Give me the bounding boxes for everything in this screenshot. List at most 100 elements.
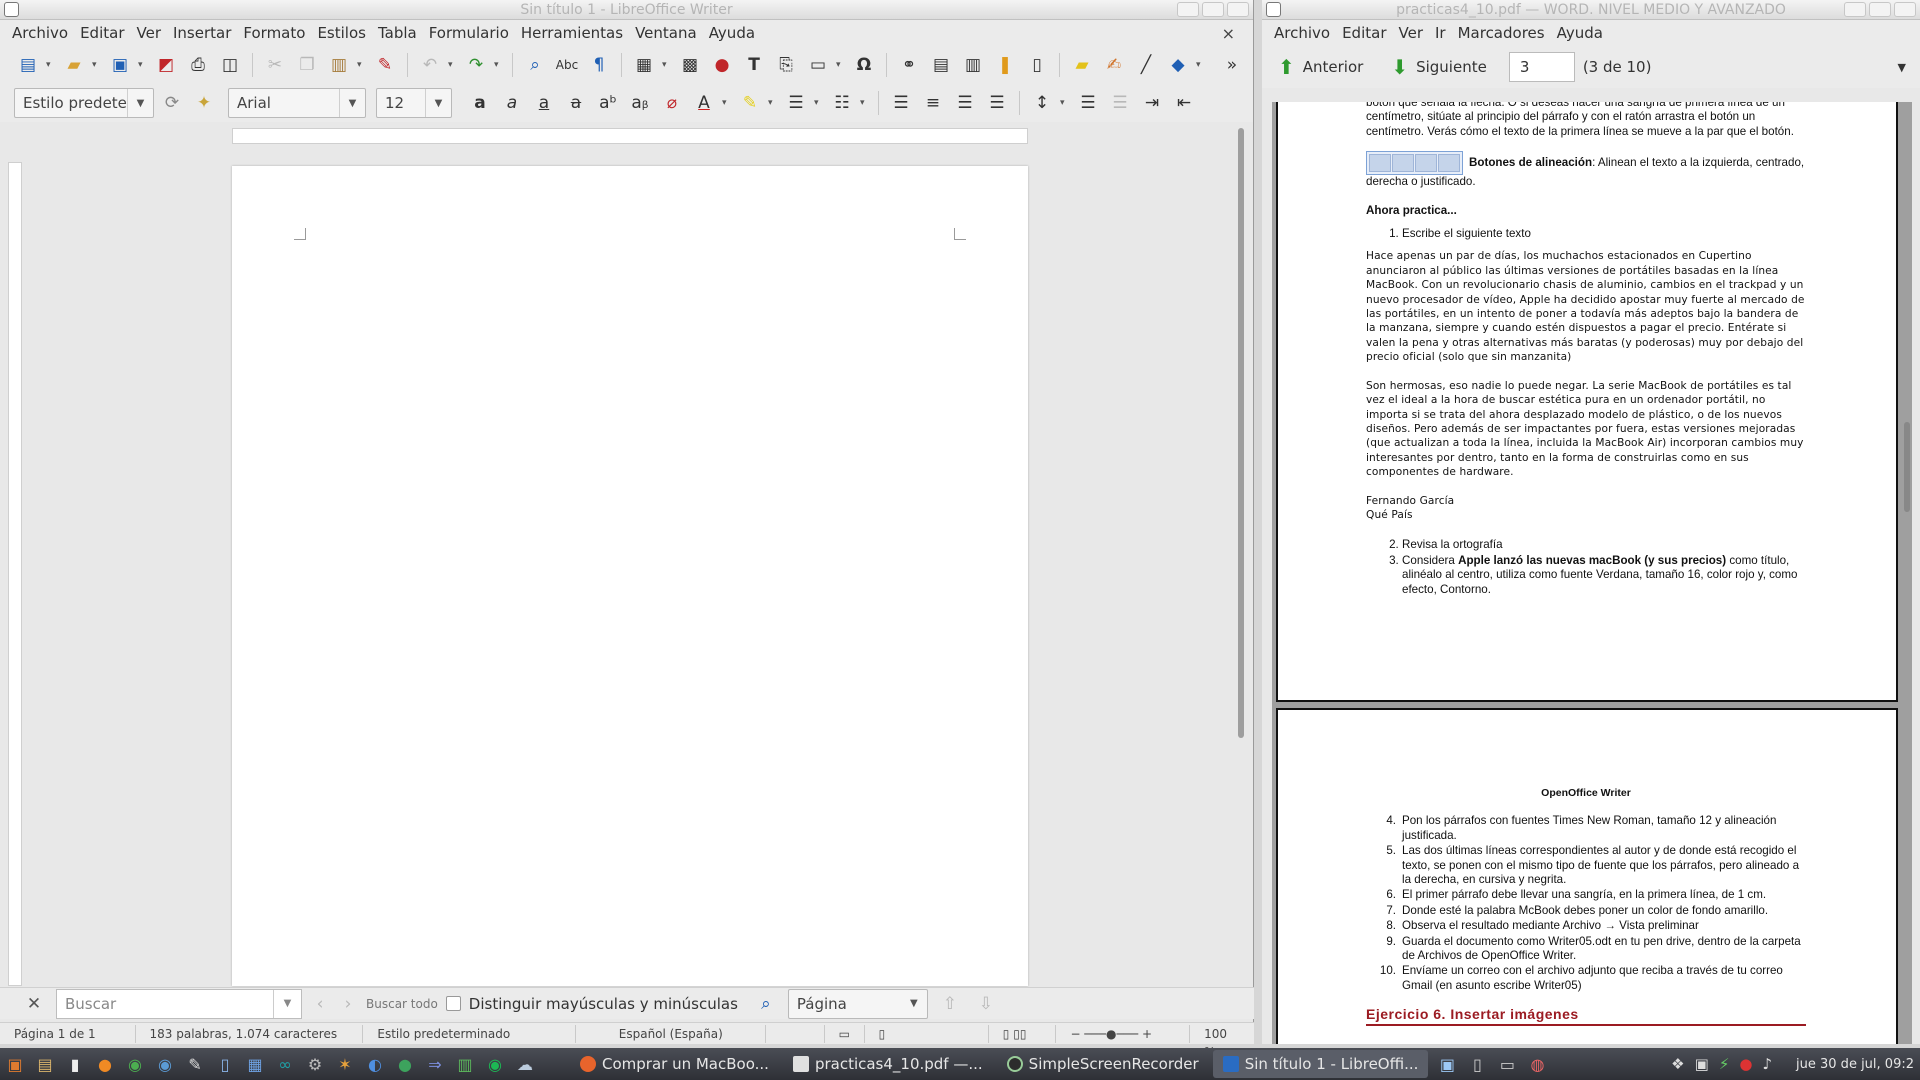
document-page[interactable] — [232, 166, 1028, 986]
chromium-icon[interactable]: ◉ — [152, 1051, 178, 1077]
close-document-button[interactable]: × — [1216, 24, 1241, 43]
calculator-icon[interactable]: ▦ — [242, 1051, 268, 1077]
insert-textbox-icon[interactable]: T — [740, 51, 768, 79]
close-find-icon[interactable]: ✕ — [20, 990, 48, 1018]
cut-icon[interactable]: ✂ — [261, 51, 289, 79]
table-dropdown-icon[interactable]: ▾ — [662, 60, 672, 70]
match-case-label[interactable]: Distinguir mayúsculas y minúsculas — [469, 995, 738, 1013]
cloud-icon[interactable]: ☁ — [512, 1051, 538, 1077]
menu-formulario[interactable]: Formulario — [423, 24, 515, 42]
chrome-icon[interactable]: ◉ — [122, 1051, 148, 1077]
chevron-down-icon[interactable]: ▼ — [1898, 61, 1906, 74]
bookmark-icon[interactable]: ❚ — [991, 51, 1019, 79]
cross-reference-icon[interactable]: ▯ — [1023, 51, 1051, 79]
footnote-icon[interactable]: ▤ — [927, 51, 955, 79]
search-scope-combo[interactable]: Página ▼ — [787, 988, 928, 1019]
highlight-icon[interactable]: ✎ — [736, 89, 764, 117]
font-color-icon[interactable]: A — [690, 89, 718, 117]
save-dropdown-icon[interactable]: ▾ — [138, 60, 148, 70]
dropbox-icon[interactable]: ❖ — [1671, 1055, 1684, 1073]
hyperlink-icon[interactable]: ⚭ — [895, 51, 923, 79]
spotify-icon[interactable]: ◉ — [482, 1051, 508, 1077]
new-dropdown-icon[interactable]: ▾ — [46, 60, 56, 70]
line-spacing-dropdown-icon[interactable]: ▾ — [1060, 98, 1070, 108]
insert-field-icon[interactable]: ▭ — [804, 51, 832, 79]
app-icon[interactable]: ✎ — [182, 1051, 208, 1077]
line-spacing-icon[interactable]: ↕ — [1028, 89, 1056, 117]
horizontal-ruler[interactable] — [232, 128, 1028, 144]
page-style[interactable]: Estilo predeterminado — [363, 1024, 577, 1043]
superscript-icon[interactable]: aᵇ — [594, 89, 622, 117]
align-left-icon[interactable]: ☰ — [887, 89, 915, 117]
tool-icon[interactable]: ⚙ — [302, 1051, 328, 1077]
match-case-checkbox[interactable] — [445, 996, 461, 1011]
pdf-titlebar[interactable]: practicas4_10.pdf — WORD. NIVEL MEDIO Y … — [1262, 0, 1920, 20]
bullets-icon[interactable]: ☰ — [782, 89, 810, 117]
bullets-dropdown-icon[interactable]: ▾ — [814, 98, 824, 108]
decrease-paragraph-spacing-icon[interactable]: ☰ — [1106, 89, 1134, 117]
selection-mode-icon[interactable]: ▭ — [825, 1024, 865, 1043]
next-page-button[interactable]: Siguiente — [1416, 58, 1487, 76]
scratch-icon[interactable]: ✶ — [332, 1051, 358, 1077]
find-previous-icon[interactable]: ‹ — [310, 990, 330, 1018]
close-window-button[interactable] — [1227, 2, 1249, 17]
clear-formatting-icon[interactable]: ⌀ — [658, 89, 686, 117]
zoom-slider[interactable]: − ───●─── + — [1056, 1024, 1191, 1043]
screenshot-icon[interactable]: ▣ — [1695, 1055, 1709, 1073]
task-browser[interactable]: Comprar un MacBoo... — [570, 1050, 779, 1078]
vertical-ruler[interactable] — [8, 162, 22, 986]
record-icon[interactable]: ● — [1739, 1055, 1752, 1073]
page-count[interactable]: Página 1 de 1 — [0, 1024, 136, 1043]
search-input[interactable]: Buscar ▼ — [56, 988, 302, 1019]
clone-formatting-icon[interactable]: ✎ — [371, 51, 399, 79]
basic-shapes-icon[interactable]: ◆ — [1164, 51, 1192, 79]
redo-dropdown-icon[interactable]: ▾ — [494, 60, 504, 70]
maximize-button[interactable] — [1869, 2, 1891, 17]
chevron-down-icon[interactable]: ▼ — [273, 989, 301, 1018]
align-right-icon[interactable]: ☰ — [951, 89, 979, 117]
workspace-1-icon[interactable]: ▣ — [1434, 1051, 1460, 1077]
workspace-3-icon[interactable]: ▭ — [1494, 1051, 1520, 1077]
chevron-down-icon[interactable]: ▼ — [339, 89, 365, 117]
track-changes-icon[interactable]: ✍ — [1100, 51, 1128, 79]
numbering-icon[interactable]: ☷ — [828, 89, 856, 117]
chevron-down-icon[interactable]: ▼ — [425, 89, 451, 117]
insert-image-icon[interactable]: ▩ — [676, 51, 704, 79]
menu-herramientas[interactable]: Herramientas — [515, 24, 629, 42]
text-language[interactable]: Español (España) — [576, 1024, 767, 1043]
find-replace-dialog-icon[interactable]: ⌕ — [752, 990, 780, 1018]
clock[interactable]: jue 30 de jul, 09:2 — [1796, 1057, 1914, 1072]
maximize-button[interactable] — [1202, 2, 1224, 17]
workspace-4-icon[interactable]: ◍ — [1524, 1051, 1550, 1077]
bold-icon[interactable]: a — [466, 89, 494, 117]
new-style-icon[interactable]: ✦ — [190, 89, 218, 117]
special-character-icon[interactable]: Ω — [850, 51, 878, 79]
pdf-menu-ir[interactable]: Ir — [1429, 24, 1452, 42]
toolbar-overflow-icon[interactable]: » — [1218, 51, 1246, 79]
arrow-up-icon[interactable]: ⬆ — [1278, 55, 1295, 79]
print-icon[interactable]: ⎙ — [184, 51, 212, 79]
document-scrollbar[interactable] — [1236, 128, 1246, 988]
update-style-icon[interactable]: ⟳ — [158, 89, 186, 117]
underline-icon[interactable]: a — [530, 89, 558, 117]
find-replace-icon[interactable]: ⌕ — [521, 51, 549, 79]
menu-tabla[interactable]: Tabla — [372, 24, 423, 42]
redo-icon[interactable]: ↷ — [462, 51, 490, 79]
chevron-down-icon[interactable]: ▼ — [127, 89, 153, 117]
menu-icon[interactable]: ▣ — [2, 1051, 28, 1077]
scrollbar-thumb[interactable] — [1238, 128, 1244, 738]
subscript-icon[interactable]: aᵦ — [626, 89, 654, 117]
file-manager-icon[interactable]: ▤ — [32, 1051, 58, 1077]
spreadsheet-icon[interactable]: ▥ — [452, 1051, 478, 1077]
numbering-dropdown-icon[interactable]: ▾ — [860, 98, 870, 108]
lo-titlebar[interactable]: Sin título 1 - LibreOffice Writer — [0, 0, 1253, 20]
task-recorder[interactable]: SimpleScreenRecorder — [997, 1050, 1209, 1078]
network-icon[interactable]: ⚡ — [1719, 1055, 1730, 1073]
arrow-down-icon[interactable]: ⬇ — [1391, 55, 1408, 79]
chevron-down-icon[interactable]: ▼ — [901, 990, 927, 1018]
strikethrough-icon[interactable]: a — [562, 89, 590, 117]
find-all-button[interactable]: Buscar todo — [366, 997, 438, 1011]
word-count[interactable]: 183 palabras, 1.074 caracteres — [136, 1024, 364, 1043]
font-color-dropdown-icon[interactable]: ▾ — [722, 98, 732, 108]
spellcheck-icon[interactable]: Abc — [553, 51, 581, 79]
